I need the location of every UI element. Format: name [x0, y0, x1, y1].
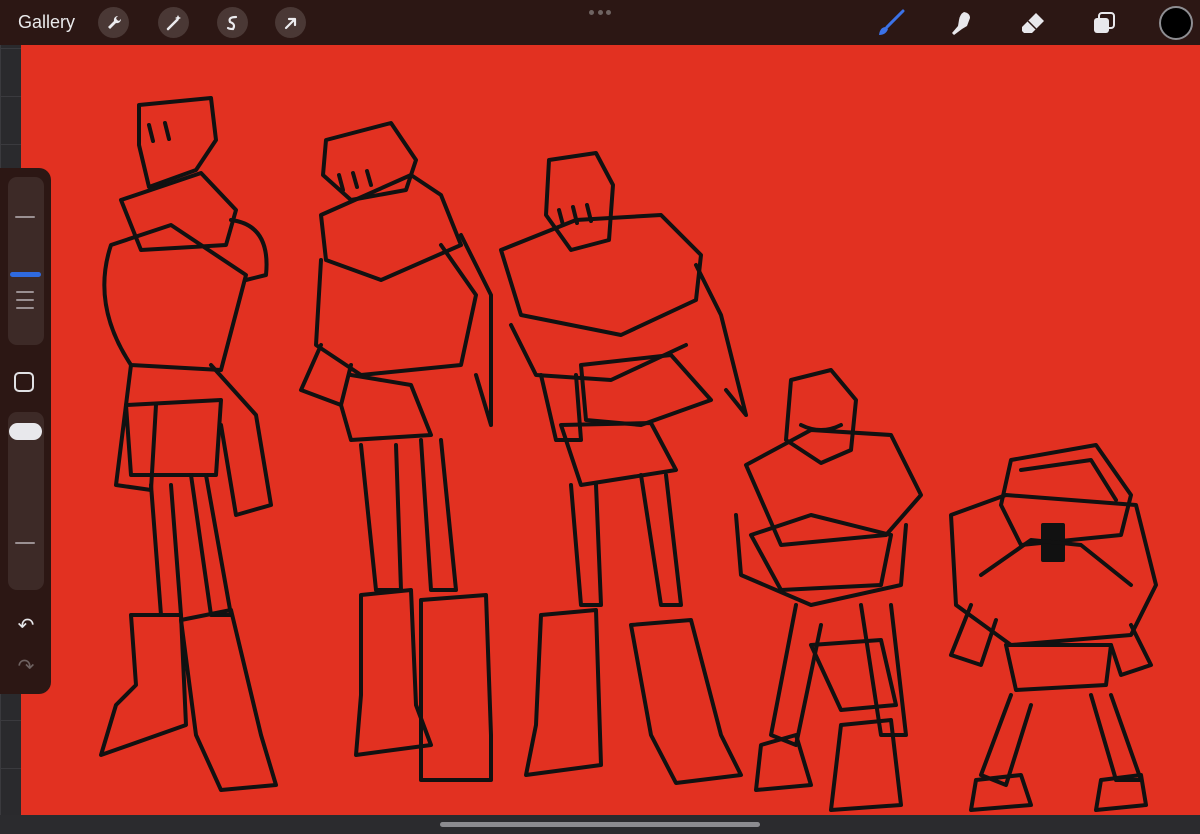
transform-arrow-icon: [284, 17, 296, 29]
layers-button[interactable]: [1088, 7, 1120, 39]
wrench-icon: [107, 15, 121, 29]
brush-size-handle[interactable]: [10, 271, 41, 277]
selection-button[interactable]: [217, 7, 248, 38]
size-tick: [15, 216, 35, 218]
modify-button[interactable]: [14, 372, 34, 392]
top-toolbar: Gallery: [0, 0, 1200, 45]
redo-button[interactable]: ↷: [13, 656, 39, 678]
size-tick: [16, 307, 34, 309]
brush-button[interactable]: [875, 7, 907, 39]
selection-icon: [226, 15, 237, 30]
smudge-button[interactable]: [946, 7, 978, 39]
toolbar-grabber[interactable]: [589, 9, 611, 15]
redo-icon: ↷: [17, 656, 35, 678]
actions-button[interactable]: [98, 7, 129, 38]
brush-icon: [879, 9, 905, 35]
smudge-icon: [952, 12, 970, 35]
canvas-background: [21, 45, 1200, 815]
size-tick: [16, 299, 34, 301]
brush-size-slider[interactable]: [8, 177, 44, 345]
opacity-tick: [15, 542, 35, 544]
gallery-button[interactable]: Gallery: [18, 11, 75, 33]
undo-button[interactable]: ↶: [13, 615, 39, 637]
adjustments-button[interactable]: [158, 7, 189, 38]
opacity-handle[interactable]: [9, 423, 42, 440]
horizontal-scrollbar[interactable]: [440, 822, 760, 827]
magic-wand-icon: [166, 14, 181, 30]
eraser-icon: [1022, 13, 1044, 33]
bottom-bar: [0, 815, 1200, 834]
left-sidebar: ↶ ↷: [0, 168, 51, 694]
eraser-button[interactable]: [1017, 7, 1049, 39]
layers-icon: [1094, 12, 1115, 33]
transform-button[interactable]: [275, 7, 306, 38]
drawing-canvas[interactable]: [21, 45, 1200, 815]
undo-icon: ↶: [17, 615, 35, 637]
color-swatch[interactable]: [1159, 6, 1193, 40]
size-tick: [16, 291, 34, 293]
